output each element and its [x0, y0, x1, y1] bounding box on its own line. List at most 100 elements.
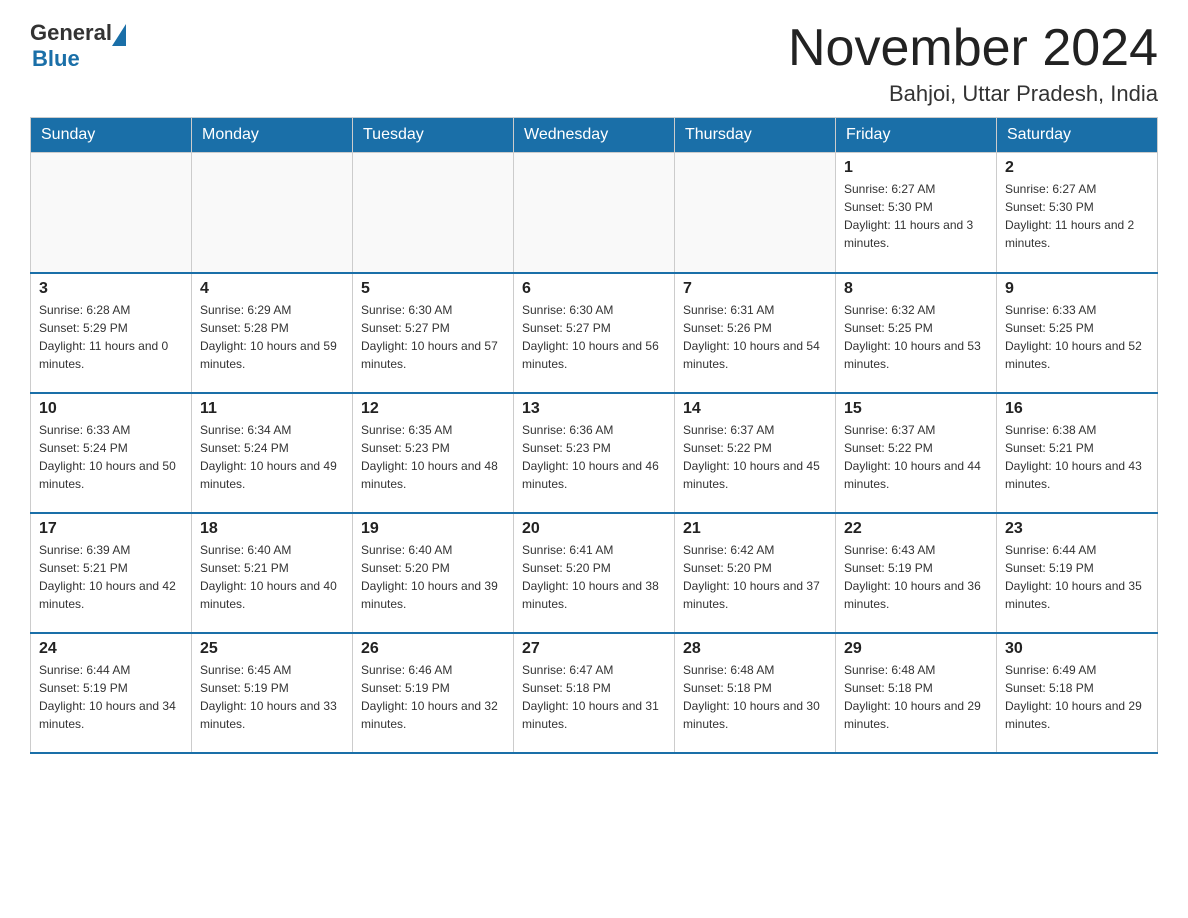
column-header-friday: Friday	[836, 118, 997, 153]
day-number: 8	[844, 280, 988, 298]
calendar-week-row: 1 Sunrise: 6:27 AMSunset: 5:30 PMDaylight…	[31, 153, 1158, 273]
day-info: Sunrise: 6:48 AMSunset: 5:18 PMDaylight:…	[844, 661, 988, 733]
calendar-cell	[31, 153, 192, 273]
calendar-cell	[675, 153, 836, 273]
day-number: 27	[522, 640, 666, 658]
calendar-cell: 15 Sunrise: 6:37 AMSunset: 5:22 PMDayligh…	[836, 393, 997, 513]
day-number: 15	[844, 400, 988, 418]
calendar-cell: 16 Sunrise: 6:38 AMSunset: 5:21 PMDayligh…	[997, 393, 1158, 513]
calendar-header-row: SundayMondayTuesdayWednesdayThursdayFrid…	[31, 118, 1158, 153]
calendar-cell	[353, 153, 514, 273]
calendar-cell: 5 Sunrise: 6:30 AMSunset: 5:27 PMDaylight…	[353, 273, 514, 393]
day-number: 21	[683, 520, 827, 538]
day-number: 12	[361, 400, 505, 418]
day-info: Sunrise: 6:39 AMSunset: 5:21 PMDaylight:…	[39, 541, 183, 613]
day-info: Sunrise: 6:27 AMSunset: 5:30 PMDaylight:…	[844, 180, 988, 252]
calendar-cell: 1 Sunrise: 6:27 AMSunset: 5:30 PMDaylight…	[836, 153, 997, 273]
day-info: Sunrise: 6:34 AMSunset: 5:24 PMDaylight:…	[200, 421, 344, 493]
calendar-cell: 17 Sunrise: 6:39 AMSunset: 5:21 PMDayligh…	[31, 513, 192, 633]
day-number: 14	[683, 400, 827, 418]
day-info: Sunrise: 6:33 AMSunset: 5:25 PMDaylight:…	[1005, 301, 1149, 373]
day-number: 2	[1005, 159, 1149, 177]
day-info: Sunrise: 6:29 AMSunset: 5:28 PMDaylight:…	[200, 301, 344, 373]
calendar-cell: 18Sunrise: 6:40 AMSunset: 5:21 PMDayligh…	[192, 513, 353, 633]
day-number: 4	[200, 280, 344, 298]
day-info: Sunrise: 6:38 AMSunset: 5:21 PMDaylight:…	[1005, 421, 1149, 493]
calendar-cell: 13 Sunrise: 6:36 AMSunset: 5:23 PMDayligh…	[514, 393, 675, 513]
day-info: Sunrise: 6:47 AMSunset: 5:18 PMDaylight:…	[522, 661, 666, 733]
day-info: Sunrise: 6:41 AMSunset: 5:20 PMDaylight:…	[522, 541, 666, 613]
column-header-saturday: Saturday	[997, 118, 1158, 153]
day-info: Sunrise: 6:31 AMSunset: 5:26 PMDaylight:…	[683, 301, 827, 373]
day-number: 16	[1005, 400, 1149, 418]
day-info: Sunrise: 6:30 AMSunset: 5:27 PMDaylight:…	[361, 301, 505, 373]
day-info: Sunrise: 6:36 AMSunset: 5:23 PMDaylight:…	[522, 421, 666, 493]
day-number: 17	[39, 520, 183, 538]
day-number: 26	[361, 640, 505, 658]
day-number: 24	[39, 640, 183, 658]
day-info: Sunrise: 6:48 AMSunset: 5:18 PMDaylight:…	[683, 661, 827, 733]
day-number: 1	[844, 159, 988, 177]
calendar-cell	[514, 153, 675, 273]
calendar-cell: 9Sunrise: 6:33 AMSunset: 5:25 PMDaylight…	[997, 273, 1158, 393]
day-info: Sunrise: 6:37 AMSunset: 5:22 PMDaylight:…	[844, 421, 988, 493]
day-info: Sunrise: 6:45 AMSunset: 5:19 PMDaylight:…	[200, 661, 344, 733]
column-header-wednesday: Wednesday	[514, 118, 675, 153]
calendar-cell: 12Sunrise: 6:35 AMSunset: 5:23 PMDayligh…	[353, 393, 514, 513]
calendar-cell: 20 Sunrise: 6:41 AMSunset: 5:20 PMDayligh…	[514, 513, 675, 633]
calendar-cell: 25 Sunrise: 6:45 AMSunset: 5:19 PMDayligh…	[192, 633, 353, 753]
calendar-cell: 10 Sunrise: 6:33 AMSunset: 5:24 PMDayligh…	[31, 393, 192, 513]
day-number: 30	[1005, 640, 1149, 658]
calendar-cell: 27 Sunrise: 6:47 AMSunset: 5:18 PMDayligh…	[514, 633, 675, 753]
day-info: Sunrise: 6:28 AMSunset: 5:29 PMDaylight:…	[39, 301, 183, 373]
calendar-cell: 7Sunrise: 6:31 AMSunset: 5:26 PMDaylight…	[675, 273, 836, 393]
column-header-monday: Monday	[192, 118, 353, 153]
day-number: 20	[522, 520, 666, 538]
day-info: Sunrise: 6:40 AMSunset: 5:20 PMDaylight:…	[361, 541, 505, 613]
column-header-tuesday: Tuesday	[353, 118, 514, 153]
day-number: 5	[361, 280, 505, 298]
day-number: 18	[200, 520, 344, 538]
day-info: Sunrise: 6:30 AMSunset: 5:27 PMDaylight:…	[522, 301, 666, 373]
day-number: 23	[1005, 520, 1149, 538]
day-info: Sunrise: 6:44 AMSunset: 5:19 PMDaylight:…	[1005, 541, 1149, 613]
day-info: Sunrise: 6:42 AMSunset: 5:20 PMDaylight:…	[683, 541, 827, 613]
page-header: General Blue November 2024 Bahjoi, Uttar…	[30, 20, 1158, 107]
day-info: Sunrise: 6:43 AMSunset: 5:19 PMDaylight:…	[844, 541, 988, 613]
calendar-cell: 3Sunrise: 6:28 AMSunset: 5:29 PMDaylight…	[31, 273, 192, 393]
day-number: 6	[522, 280, 666, 298]
calendar-week-row: 3Sunrise: 6:28 AMSunset: 5:29 PMDaylight…	[31, 273, 1158, 393]
calendar-cell: 2 Sunrise: 6:27 AMSunset: 5:30 PMDaylight…	[997, 153, 1158, 273]
calendar-table: SundayMondayTuesdayWednesdayThursdayFrid…	[30, 117, 1158, 754]
day-info: Sunrise: 6:49 AMSunset: 5:18 PMDaylight:…	[1005, 661, 1149, 733]
calendar-cell: 14Sunrise: 6:37 AMSunset: 5:22 PMDayligh…	[675, 393, 836, 513]
calendar-title-block: November 2024 Bahjoi, Uttar Pradesh, Ind…	[788, 20, 1158, 107]
logo-general-text: General	[30, 20, 112, 46]
calendar-cell: 21 Sunrise: 6:42 AMSunset: 5:20 PMDayligh…	[675, 513, 836, 633]
calendar-cell: 6 Sunrise: 6:30 AMSunset: 5:27 PMDaylight…	[514, 273, 675, 393]
day-info: Sunrise: 6:46 AMSunset: 5:19 PMDaylight:…	[361, 661, 505, 733]
calendar-cell: 19Sunrise: 6:40 AMSunset: 5:20 PMDayligh…	[353, 513, 514, 633]
calendar-cell: 24 Sunrise: 6:44 AMSunset: 5:19 PMDayligh…	[31, 633, 192, 753]
calendar-cell: 29Sunrise: 6:48 AMSunset: 5:18 PMDayligh…	[836, 633, 997, 753]
calendar-subtitle: Bahjoi, Uttar Pradesh, India	[788, 81, 1158, 107]
logo: General Blue	[30, 20, 126, 72]
day-number: 25	[200, 640, 344, 658]
calendar-cell: 22 Sunrise: 6:43 AMSunset: 5:19 PMDayligh…	[836, 513, 997, 633]
calendar-week-row: 17 Sunrise: 6:39 AMSunset: 5:21 PMDayligh…	[31, 513, 1158, 633]
day-info: Sunrise: 6:27 AMSunset: 5:30 PMDaylight:…	[1005, 180, 1149, 252]
day-number: 11	[200, 400, 344, 418]
day-info: Sunrise: 6:44 AMSunset: 5:19 PMDaylight:…	[39, 661, 183, 733]
day-number: 28	[683, 640, 827, 658]
calendar-cell: 4 Sunrise: 6:29 AMSunset: 5:28 PMDaylight…	[192, 273, 353, 393]
calendar-cell: 11 Sunrise: 6:34 AMSunset: 5:24 PMDayligh…	[192, 393, 353, 513]
calendar-cell: 30 Sunrise: 6:49 AMSunset: 5:18 PMDayligh…	[997, 633, 1158, 753]
day-info: Sunrise: 6:33 AMSunset: 5:24 PMDaylight:…	[39, 421, 183, 493]
column-header-thursday: Thursday	[675, 118, 836, 153]
calendar-cell: 23 Sunrise: 6:44 AMSunset: 5:19 PMDayligh…	[997, 513, 1158, 633]
day-number: 22	[844, 520, 988, 538]
day-number: 10	[39, 400, 183, 418]
calendar-title: November 2024	[788, 20, 1158, 77]
day-number: 13	[522, 400, 666, 418]
calendar-cell: 28 Sunrise: 6:48 AMSunset: 5:18 PMDayligh…	[675, 633, 836, 753]
